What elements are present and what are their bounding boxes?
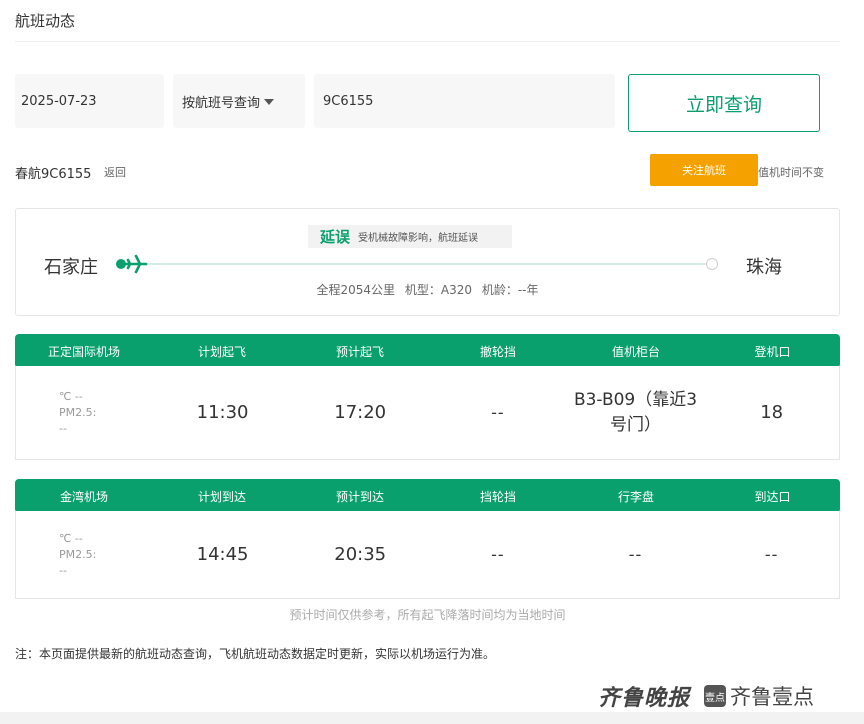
header-gate: 登机口 <box>754 344 791 359</box>
search-button[interactable]: 立即查询 <box>628 74 820 132</box>
header-estimated-arrival: 预计到达 <box>335 489 384 504</box>
back-link[interactable]: 返回 <box>104 164 126 180</box>
departure-pm-value: -- <box>59 421 67 435</box>
departure-table-header: 正定国际机场 计划起飞 预计起飞 撤轮挡 值机柜台 登机口 <box>15 334 840 368</box>
date-field[interactable]: 2025-07-23 <box>15 74 164 128</box>
watermark: 齐鲁晚报 壹点 齐鲁壹点 <box>598 680 814 712</box>
header-arrival-airport: 金湾机场 <box>59 489 108 504</box>
arrival-weather: ℃ -- PM2.5: -- <box>16 531 154 579</box>
departure-pm-label: PM2.5: <box>59 405 97 419</box>
follow-flight-button[interactable]: 关注航班 <box>650 154 758 186</box>
local-time-note: 预计时间仅供参考，所有起飞降落时间均为当地时间 <box>289 608 566 622</box>
header-scheduled-arrival: 计划到达 <box>197 489 246 504</box>
header-chocks-on: 挡轮挡 <box>479 489 516 504</box>
title-divider <box>15 41 840 42</box>
header-chocks-off: 撤轮挡 <box>479 344 516 359</box>
header-departure-airport: 正定国际机场 <box>47 344 120 359</box>
flight-number-input[interactable] <box>314 74 615 128</box>
airplane-icon <box>124 254 148 274</box>
departure-weather: ℃ -- PM2.5: -- <box>16 389 154 437</box>
baggage-carousel: -- <box>628 545 643 564</box>
bottom-strip <box>0 712 864 724</box>
qilu-evening-news-logo: 齐鲁晚报 <box>598 685 691 711</box>
checkin-counter: B3-B09（靠近3号门） <box>573 389 698 435</box>
header-scheduled-departure: 计划起飞 <box>197 344 246 359</box>
yidian-badge-icon: 壹点 <box>704 685 727 707</box>
scheduled-departure-time: 11:30 <box>196 402 249 423</box>
qilu-yidian-logo: 齐鲁壹点 <box>730 685 815 709</box>
arrival-row: ℃ -- PM2.5: -- 14:45 20:35 -- -- -- <box>15 511 840 599</box>
route-distance: 全程2054公里 <box>316 283 396 297</box>
departure-row: ℃ -- PM2.5: -- 11:30 17:20 -- B3-B09（靠近3… <box>15 366 840 460</box>
date-value: 2025-07-23 <box>21 93 97 109</box>
origin-city: 石家庄 <box>44 257 98 278</box>
page-title: 航班动态 <box>15 12 76 30</box>
chocks-off-time: -- <box>491 403 505 422</box>
arrival-temp: ℃ -- <box>59 531 83 545</box>
estimated-arrival-time: 20:35 <box>334 544 387 565</box>
boarding-gate: 18 <box>760 402 784 423</box>
status-text: 延误 <box>320 228 351 246</box>
aircraft-type: 机型：A320 <box>404 283 472 297</box>
route-card: 延误 受机械故障影响，航班延误 石家庄 珠海 全程2054公里 机型：A320 … <box>15 208 840 316</box>
status-reason: 受机械故障影响，航班延误 <box>358 233 479 244</box>
route-meta: 全程2054公里 机型：A320 机龄：--年 <box>16 281 839 298</box>
header-arrival-exit: 到达口 <box>754 489 791 504</box>
status-badge: 延误 受机械故障影响，航班延误 <box>308 225 512 248</box>
aircraft-age: 机龄：--年 <box>481 283 539 297</box>
destination-city: 珠海 <box>746 257 782 278</box>
arrival-pm-label: PM2.5: <box>59 547 97 561</box>
chocks-on-time: -- <box>491 545 505 564</box>
header-checkin-counter: 值机柜台 <box>611 344 660 359</box>
arrival-pm-value: -- <box>59 563 67 577</box>
estimated-departure-time: 17:20 <box>334 402 387 423</box>
caret-down-icon <box>264 99 275 105</box>
query-type-value: 按航班号查询 <box>182 95 261 111</box>
header-baggage-carousel: 行李盘 <box>617 489 654 504</box>
header-estimated-departure: 预计起飞 <box>335 344 384 359</box>
query-type-select[interactable]: 按航班号查询 <box>173 74 305 128</box>
scheduled-arrival-time: 14:45 <box>196 544 249 565</box>
departure-temp: ℃ -- <box>59 389 83 403</box>
arrival-table-header: 金湾机场 计划到达 预计到达 挡轮挡 行李盘 到达口 <box>15 479 840 513</box>
flight-label: 春航9C6155 <box>15 167 92 182</box>
destination-dot-icon <box>706 258 718 270</box>
arrival-exit: -- <box>764 545 779 564</box>
checkin-time-note: 值机时间不变 <box>758 166 824 179</box>
disclaimer-footnote: 注：本页面提供最新的航班动态查询，飞机航班动态数据定时更新，实际以机场运行为准。 <box>15 647 496 661</box>
route-line <box>124 263 712 265</box>
